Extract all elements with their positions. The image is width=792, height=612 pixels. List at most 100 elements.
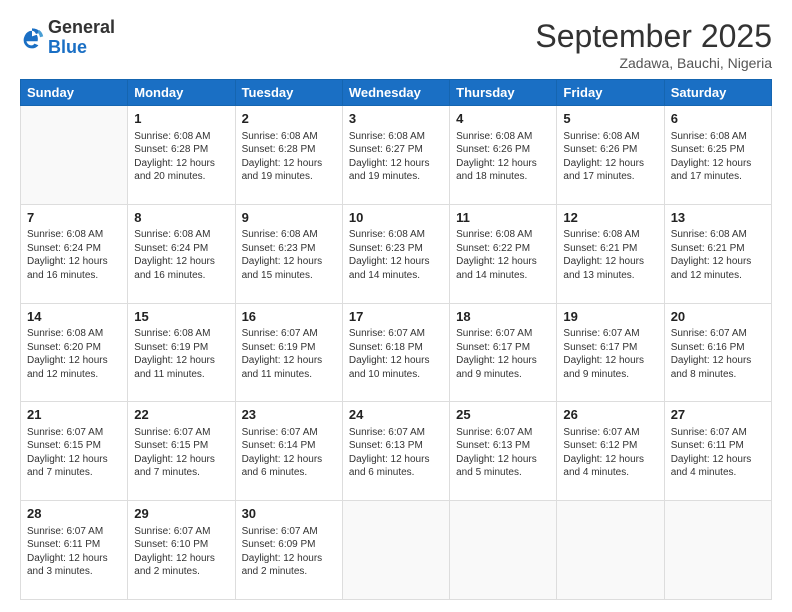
day-info-line: Sunrise: 6:08 AM — [134, 228, 228, 242]
day-info-line: Sunrise: 6:07 AM — [242, 426, 336, 440]
day-info-line: and 17 minutes. — [671, 170, 765, 184]
day-info-line: Sunset: 6:26 PM — [456, 143, 550, 157]
day-info-line: and 6 minutes. — [349, 466, 443, 480]
day-info-line: Sunrise: 6:08 AM — [456, 130, 550, 144]
day-info-line: Sunset: 6:19 PM — [134, 341, 228, 355]
month-title: September 2025 — [535, 18, 772, 55]
calendar-week-row: 28Sunrise: 6:07 AMSunset: 6:11 PMDayligh… — [21, 501, 772, 600]
day-info-line: and 19 minutes. — [242, 170, 336, 184]
calendar-cell: 17Sunrise: 6:07 AMSunset: 6:18 PMDayligh… — [342, 303, 449, 402]
day-info-line: and 4 minutes. — [563, 466, 657, 480]
day-info-line: Sunrise: 6:08 AM — [242, 228, 336, 242]
day-number: 5 — [563, 110, 657, 128]
day-info-line: Sunset: 6:10 PM — [134, 538, 228, 552]
day-info-line: Sunrise: 6:07 AM — [27, 426, 121, 440]
day-info-line: Sunset: 6:14 PM — [242, 439, 336, 453]
day-info-line: Sunset: 6:21 PM — [671, 242, 765, 256]
calendar-cell: 25Sunrise: 6:07 AMSunset: 6:13 PMDayligh… — [450, 402, 557, 501]
day-info-line: Sunset: 6:28 PM — [134, 143, 228, 157]
day-info-line: Sunrise: 6:07 AM — [349, 426, 443, 440]
calendar-cell: 21Sunrise: 6:07 AMSunset: 6:15 PMDayligh… — [21, 402, 128, 501]
calendar-cell: 12Sunrise: 6:08 AMSunset: 6:21 PMDayligh… — [557, 204, 664, 303]
day-info-line: Sunset: 6:13 PM — [456, 439, 550, 453]
day-info-line: Daylight: 12 hours — [563, 453, 657, 467]
calendar-week-row: 14Sunrise: 6:08 AMSunset: 6:20 PMDayligh… — [21, 303, 772, 402]
day-number: 3 — [349, 110, 443, 128]
calendar-cell: 19Sunrise: 6:07 AMSunset: 6:17 PMDayligh… — [557, 303, 664, 402]
day-info-line: Sunset: 6:28 PM — [242, 143, 336, 157]
day-info-line: Daylight: 12 hours — [242, 552, 336, 566]
calendar-week-row: 21 Sunrise: 6:07 AM Sunset: 6:15 PM Dayligh… — [21, 402, 772, 501]
day-number: 26 — [563, 406, 657, 424]
day-info-line: Daylight: 12 hours — [349, 255, 443, 269]
header: General Blue September 2025 Zadawa, Bauc… — [20, 18, 772, 71]
day-info-line: Sunset: 6:11 PM — [671, 439, 765, 453]
calendar-header-row: SundayMondayTuesdayWednesdayThursdayFrid… — [21, 80, 772, 106]
day-info-line: Sunrise: 6:07 AM — [349, 327, 443, 341]
day-info-line: Sunrise: 6:07 AM — [671, 426, 765, 440]
day-info-line: Sunrise: 6:08 AM — [27, 327, 121, 341]
day-info-line: Daylight: 12 hours — [134, 552, 228, 566]
day-number: 6 — [671, 110, 765, 128]
calendar-cell: 2Sunrise: 6:08 AMSunset: 6:28 PMDaylight… — [235, 106, 342, 205]
calendar-cell: 13Sunrise: 6:08 AMSunset: 6:21 PMDayligh… — [664, 204, 771, 303]
day-info-line: Daylight: 12 hours — [349, 453, 443, 467]
day-info-line: Sunset: 6:17 PM — [456, 341, 550, 355]
day-info-line: and 2 minutes. — [134, 565, 228, 579]
day-info-line: Sunrise: 6:07 AM — [456, 327, 550, 341]
calendar-cell: 15Sunrise: 6:08 AMSunset: 6:19 PMDayligh… — [128, 303, 235, 402]
day-info-line: Sunset: 6:22 PM — [456, 242, 550, 256]
day-number: 16 — [242, 308, 336, 326]
day-info-line: Daylight: 12 hours — [671, 255, 765, 269]
logo-blue: Blue — [48, 37, 87, 57]
calendar-cell — [557, 501, 664, 600]
calendar-cell — [21, 106, 128, 205]
day-number: 7 — [27, 209, 121, 227]
day-info-line: and 14 minutes. — [456, 269, 550, 283]
calendar-cell — [450, 501, 557, 600]
day-info-line: and 7 minutes. — [134, 466, 228, 480]
day-info-line: and 8 minutes. — [671, 368, 765, 382]
day-info-line: Sunrise: 6:07 AM — [242, 327, 336, 341]
day-info-line: Sunset: 6:19 PM — [242, 341, 336, 355]
day-info-line: Sunset: 6:17 PM — [563, 341, 657, 355]
day-info-line: Sunset: 6:20 PM — [27, 341, 121, 355]
day-info-line: Daylight: 12 hours — [456, 255, 550, 269]
day-info-line: Sunset: 6:25 PM — [671, 143, 765, 157]
day-info-line: and 17 minutes. — [563, 170, 657, 184]
day-info-line: Sunset: 6:26 PM — [563, 143, 657, 157]
day-info-line: Sunrise: 6:07 AM — [563, 426, 657, 440]
day-number: 21 — [27, 406, 121, 424]
day-info-line: Sunrise: 6:08 AM — [349, 228, 443, 242]
calendar-cell: 10Sunrise: 6:08 AMSunset: 6:23 PMDayligh… — [342, 204, 449, 303]
day-info-line: Daylight: 12 hours — [456, 354, 550, 368]
day-info-line: Daylight: 12 hours — [671, 453, 765, 467]
day-info-line: Sunrise: 6:08 AM — [134, 130, 228, 144]
calendar-cell: 28Sunrise: 6:07 AMSunset: 6:11 PMDayligh… — [21, 501, 128, 600]
calendar-cell: 11Sunrise: 6:08 AMSunset: 6:22 PMDayligh… — [450, 204, 557, 303]
calendar-table: SundayMondayTuesdayWednesdayThursdayFrid… — [20, 79, 772, 600]
day-info-line: Sunset: 6:21 PM — [563, 242, 657, 256]
day-info-line: Daylight: 12 hours — [563, 354, 657, 368]
day-number: 20 — [671, 308, 765, 326]
day-info-line: Sunset: 6:09 PM — [242, 538, 336, 552]
day-info-line: Sunrise: 6:08 AM — [563, 130, 657, 144]
day-info-line: and 12 minutes. — [27, 368, 121, 382]
calendar-cell: 22Sunrise: 6:07 AMSunset: 6:15 PMDayligh… — [128, 402, 235, 501]
day-number: 18 — [456, 308, 550, 326]
day-info-line: Sunrise: 6:08 AM — [563, 228, 657, 242]
page: General Blue September 2025 Zadawa, Bauc… — [0, 0, 792, 612]
day-info-line: and 13 minutes. — [563, 269, 657, 283]
day-info-line: Sunrise: 6:07 AM — [27, 525, 121, 539]
day-info-line: Sunset: 6:15 PM — [134, 439, 228, 453]
calendar-cell: 30Sunrise: 6:07 AMSunset: 6:09 PMDayligh… — [235, 501, 342, 600]
day-info-line: and 2 minutes. — [242, 565, 336, 579]
logo-text: General Blue — [48, 18, 115, 58]
day-info-line: and 7 minutes. — [27, 466, 121, 480]
day-info-line: and 18 minutes. — [456, 170, 550, 184]
day-number: 12 — [563, 209, 657, 227]
day-number: 24 — [349, 406, 443, 424]
day-number: 22 — [134, 406, 228, 424]
day-info-line: Daylight: 12 hours — [456, 157, 550, 171]
day-info-line: Daylight: 12 hours — [671, 354, 765, 368]
